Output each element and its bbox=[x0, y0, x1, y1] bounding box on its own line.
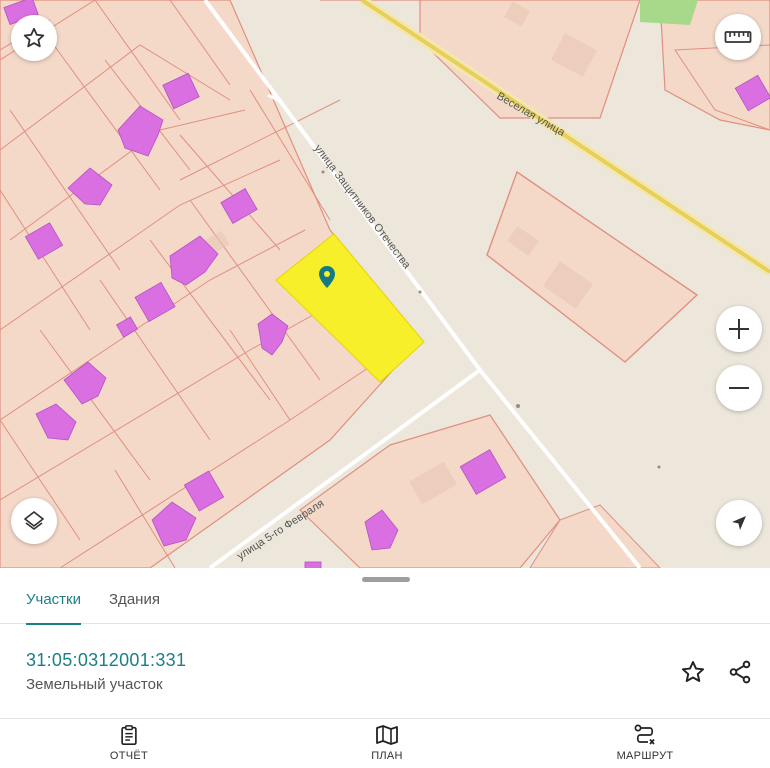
map-canvas[interactable]: Веселая улица улица Защитников Отечества… bbox=[0, 0, 770, 568]
map-view[interactable]: Веселая улица улица Защитников Отечества… bbox=[0, 0, 770, 568]
navigation-arrow-icon bbox=[732, 516, 746, 530]
nav-report[interactable]: ОТЧЁТ bbox=[74, 724, 184, 768]
nav-plan[interactable]: ПЛАН bbox=[332, 724, 442, 768]
info-sheet: Участки Здания 31:05:0312001:331 Земельн… bbox=[0, 568, 770, 768]
minus-icon bbox=[729, 387, 749, 389]
cadastral-number[interactable]: 31:05:0312001:331 bbox=[26, 650, 186, 671]
nav-route-label: МАРШРУТ bbox=[616, 750, 674, 762]
nav-plan-label: ПЛАН bbox=[371, 750, 403, 762]
green-area bbox=[640, 0, 698, 25]
favorite-button[interactable] bbox=[11, 15, 57, 61]
sheet-drag-handle[interactable] bbox=[362, 577, 410, 582]
ruler-icon bbox=[724, 31, 752, 43]
bottom-nav-divider bbox=[0, 718, 770, 719]
zoom-out-button[interactable] bbox=[716, 365, 762, 411]
app: Веселая улица улица Защитников Отечества… bbox=[0, 0, 770, 768]
tab-parcels[interactable]: Участки bbox=[26, 588, 81, 625]
nav-report-label: ОТЧЁТ bbox=[109, 750, 149, 762]
zoom-in-button[interactable] bbox=[716, 306, 762, 352]
star-icon bbox=[23, 27, 45, 48]
parcel-type: Земельный участок bbox=[26, 676, 163, 693]
map-icon bbox=[376, 725, 398, 745]
share-icon bbox=[729, 660, 751, 684]
sheet-tabs: Участки Здания bbox=[0, 584, 770, 625]
layers-button[interactable] bbox=[11, 498, 57, 544]
share-button[interactable] bbox=[725, 657, 755, 687]
clipboard-icon bbox=[121, 725, 137, 745]
add-favorite-button[interactable] bbox=[678, 657, 708, 687]
star-icon bbox=[681, 661, 705, 682]
locate-button[interactable] bbox=[716, 500, 762, 546]
tab-buildings[interactable]: Здания bbox=[109, 588, 160, 624]
route-icon bbox=[634, 724, 655, 745]
plus-icon bbox=[729, 319, 749, 339]
layers-icon bbox=[24, 511, 44, 530]
nav-route[interactable]: МАРШРУТ bbox=[590, 724, 700, 768]
ruler-button[interactable] bbox=[715, 14, 761, 60]
